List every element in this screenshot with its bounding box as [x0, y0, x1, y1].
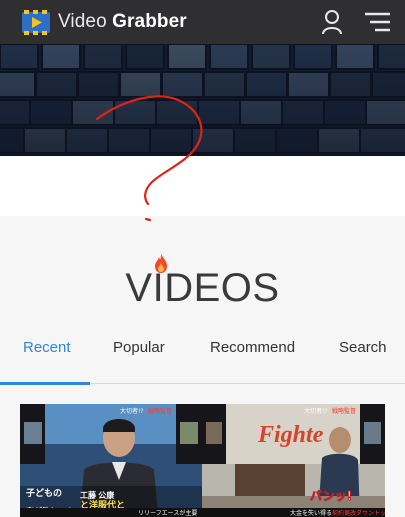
thumbnail-caption-1: 子どもの: [26, 487, 62, 499]
navbar-actions: [319, 8, 395, 36]
hero-video-wall: [0, 44, 405, 156]
tab-search[interactable]: Search: [339, 339, 387, 356]
thumbnail-name-tag: 工藤 公康: [80, 490, 115, 500]
user-account-button[interactable]: [319, 8, 345, 36]
thumbnail-bottom-label-3: 契約更改ダウントップ3: [332, 509, 385, 517]
hamburger-menu-icon: [365, 12, 390, 32]
top-navbar: Video Grabber: [0, 0, 405, 44]
video-grabber-page: Video Grabber VIDEOS Recent Popular Reco…: [0, 0, 405, 517]
logo-icon[interactable]: [21, 7, 51, 37]
thumbnail-bottom-label-2: 大金を失い得る: [290, 509, 332, 517]
tab-recent[interactable]: Recent: [23, 339, 71, 356]
thumbnail-top-label-3: 大切者!?: [304, 407, 328, 415]
brand-name-light: Video: [58, 11, 107, 32]
brand-name-bold: Grabber: [112, 11, 187, 32]
thumbnail-top-label-2: 戦略監督: [148, 407, 172, 415]
active-tab-indicator: [0, 382, 90, 385]
video-thumbnail-image: 工藤 公康 子どもの と洋服代と 家が欲しいんでい 大切者!? 戦略監督 Fig…: [20, 404, 385, 517]
hero-banner: [0, 44, 405, 156]
tab-recommend[interactable]: Recommend: [210, 339, 295, 356]
thumbnail-poster-text: Fighte: [257, 422, 324, 448]
thumbnail-top-label-4: 戦略監督: [332, 407, 356, 415]
thumbnail-top-label-1: 大切者!?: [120, 407, 144, 415]
user-icon: [322, 10, 342, 35]
video-tabs: Recent Popular Recommend Search: [0, 330, 405, 385]
section-title: VIDEOS: [125, 266, 280, 310]
hero-white-band: [0, 156, 405, 216]
brand-name[interactable]: Video Grabber: [58, 11, 187, 33]
thumbnail-sound-effect: バンッ!: [310, 489, 352, 503]
tab-popular[interactable]: Popular: [113, 339, 165, 356]
thumbnail-bottom-label-1: リリーフエースが主要: [138, 509, 197, 517]
video-thumbnail[interactable]: 工藤 公康 子どもの と洋服代と 家が欲しいんでい 大切者!? 戦略監督 Fig…: [20, 404, 385, 517]
menu-button[interactable]: [361, 10, 391, 34]
